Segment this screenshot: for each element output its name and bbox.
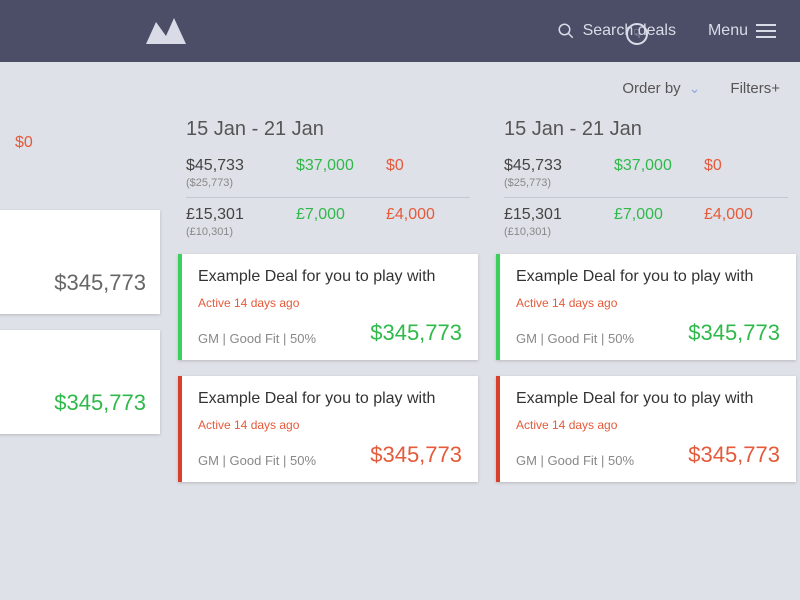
deal-board: 00 $0 you to play with $345,773 you to p…: [0, 108, 660, 482]
stat-positive: $37,000: [614, 157, 704, 175]
stat-positive: $37,000: [296, 157, 386, 175]
stat-sub: ($25,773): [504, 177, 614, 189]
stat-negative: £4,000: [386, 206, 466, 224]
search[interactable]: Search deals: [557, 22, 676, 40]
deal-card[interactable]: you to play with $345,773: [0, 210, 160, 314]
stat-negative: $0: [386, 157, 466, 175]
search-placeholder: Search deals: [583, 22, 676, 40]
stat-primary: $45,733: [186, 157, 296, 175]
deal-status: Active 14 days ago: [516, 296, 780, 310]
search-icon: [557, 22, 575, 40]
stats-row-2: £15,301 (£10,301) £7,000 £4,000: [504, 206, 788, 238]
list-toolbar: Order by ⌄ Filters+: [0, 68, 800, 108]
stat-sub: (£10,301): [504, 226, 614, 238]
deal-meta: GM | Good Fit | 50%: [516, 453, 634, 468]
deal-title: Example Deal for you to play with: [516, 390, 780, 408]
stat-primary: £15,301: [504, 206, 614, 224]
deal-status: Active 14 days ago: [198, 296, 462, 310]
date-range: 15 Jan - 21 Jan: [504, 118, 788, 141]
stat-sub: ($25,773): [186, 177, 296, 189]
deal-card[interactable]: Example Deal for you to play with Active…: [496, 254, 796, 360]
stat-negative: $0: [15, 134, 75, 152]
top-bar: Search deals Menu ☟: [0, 0, 800, 62]
deal-status: Active 14 days ago: [198, 418, 462, 432]
deal-title: you to play with: [0, 348, 146, 366]
stat-primary: $45,733: [504, 157, 614, 175]
divider: [504, 197, 788, 198]
deal-title: Example Deal for you to play with: [516, 268, 780, 286]
deal-value: $345,773: [688, 320, 780, 346]
deal-status: Active 14 days ago: [516, 418, 780, 432]
menu-label: Menu: [708, 22, 748, 40]
stats-row-1: $45,733 ($25,773) $37,000 $0: [504, 157, 788, 189]
stats-row: 00 $0: [0, 134, 152, 152]
deal-value: $345,773: [370, 320, 462, 346]
chevron-down-icon: ⌄: [689, 80, 701, 97]
deal-card[interactable]: Example Deal for you to play with Active…: [178, 254, 478, 360]
deal-meta: GM | Good Fit | 50%: [198, 331, 316, 346]
week-column: 00 $0 you to play with $345,773 you to p…: [0, 118, 160, 482]
deal-value: $345,773: [0, 390, 146, 416]
hamburger-icon: [756, 24, 776, 38]
stat-positive: £7,000: [614, 206, 704, 224]
week-column: 15 Jan - 21 Jan $45,733 ($25,773) $37,00…: [496, 118, 796, 482]
order-by-dropdown[interactable]: Order by ⌄: [622, 80, 700, 97]
deal-card[interactable]: you to play with $345,773: [0, 330, 160, 434]
stat-positive: 00: [0, 134, 15, 152]
week-column: 15 Jan - 21 Jan $45,733 ($25,773) $37,00…: [178, 118, 478, 482]
stats-row-2: £15,301 (£10,301) £7,000 £4,000: [186, 206, 470, 238]
stats-row-1: $45,733 ($25,773) $37,000 $0: [186, 157, 470, 189]
stat-negative: $0: [704, 157, 784, 175]
date-range: 15 Jan - 21 Jan: [186, 118, 470, 141]
deal-value: $345,773: [688, 442, 780, 468]
logo-icon: [144, 16, 188, 46]
divider: [186, 197, 470, 198]
deal-value: $345,773: [370, 442, 462, 468]
deal-card[interactable]: Example Deal for you to play with Active…: [496, 376, 796, 482]
stat-sub: (£10,301): [186, 226, 296, 238]
menu-button[interactable]: Menu: [708, 22, 776, 40]
order-by-label: Order by: [622, 80, 680, 97]
deal-title: Example Deal for you to play with: [198, 268, 462, 286]
deal-title: you to play with: [0, 228, 146, 246]
deal-meta: GM | Good Fit | 50%: [198, 453, 316, 468]
deal-card[interactable]: Example Deal for you to play with Active…: [178, 376, 478, 482]
stat-positive: £7,000: [296, 206, 386, 224]
filters-button[interactable]: Filters+: [730, 80, 780, 97]
deal-title: Example Deal for you to play with: [198, 390, 462, 408]
stat-primary: £15,301: [186, 206, 296, 224]
deal-meta: GM | Good Fit | 50%: [516, 331, 634, 346]
stat-negative: £4,000: [704, 206, 784, 224]
deal-value: $345,773: [0, 270, 146, 296]
